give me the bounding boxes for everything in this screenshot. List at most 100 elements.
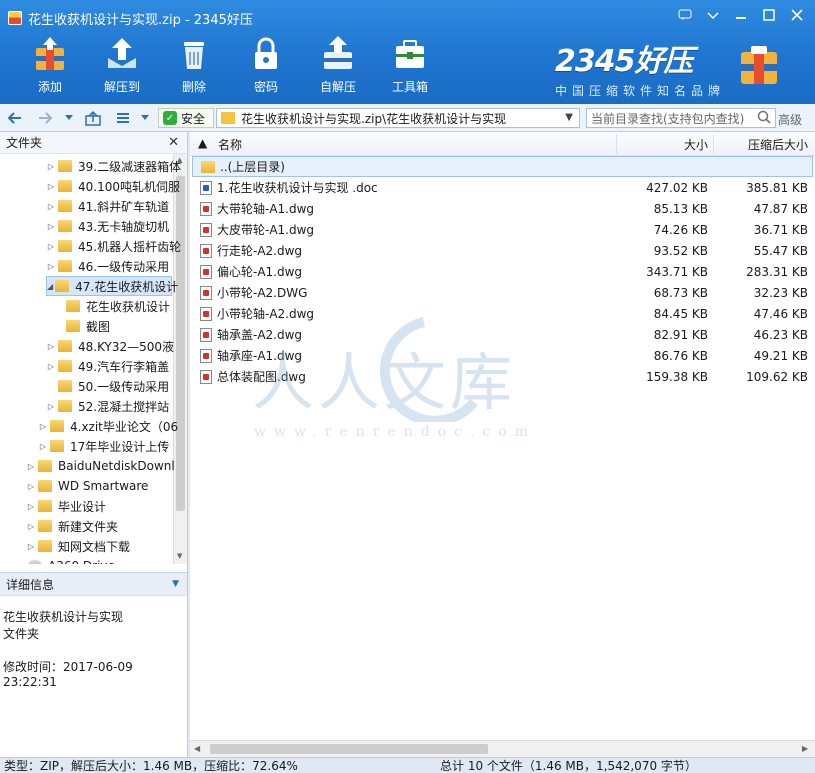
tree-item[interactable]: ▷ 17年毕业设计上传	[38, 436, 169, 456]
expand-arrow-icon[interactable]: ▷	[26, 502, 36, 511]
expand-arrow-icon[interactable]: ▷	[38, 422, 48, 431]
file-row[interactable]: 1.花生收获机设计与实现 .doc 427.02 KB 385.81 KB	[192, 177, 813, 198]
scroll-left-icon[interactable]: ◀	[194, 744, 200, 753]
brand-name: 2345好压	[554, 44, 694, 79]
file-row[interactable]: 总体装配图.dwg 159.38 KB 109.62 KB	[192, 366, 813, 387]
file-row[interactable]: 偏心轮-A1.dwg 343.71 KB 283.31 KB	[192, 261, 813, 282]
tree-item[interactable]: ▷ 45.机器人摇杆齿轮	[46, 236, 181, 256]
tree-item[interactable]: 50.一级传动采用	[46, 376, 169, 396]
expand-arrow-icon[interactable]: ▷	[46, 262, 56, 271]
self-extract-button[interactable]: 自解压	[302, 34, 374, 98]
brand-area: 2345好压 中国压缩软件知名品牌	[555, 36, 725, 99]
tree-scroll-thumb[interactable]	[176, 176, 185, 511]
tree-item[interactable]: ▷ 49.汽车行李箱盖	[46, 356, 169, 376]
tree-item[interactable]: ◢ 47.花生收获机设计	[46, 276, 178, 296]
file-compressed-size: 55.47 KB	[753, 243, 808, 258]
file-row[interactable]: 大带轮轴-A1.dwg 85.13 KB 47.87 KB	[192, 198, 813, 219]
tree-item[interactable]: ▷ BaiduNetdiskDownl	[26, 456, 175, 476]
tree-item[interactable]: 截图	[54, 316, 110, 336]
file-row[interactable]: 行走轮-A2.dwg 93.52 KB 55.47 KB	[192, 240, 813, 261]
path-dropdown-icon[interactable]: ▼	[565, 112, 573, 123]
folder-icon	[58, 380, 72, 392]
expand-arrow-icon[interactable]: ▷	[46, 342, 56, 351]
expand-arrow-icon[interactable]: ▷	[46, 242, 56, 251]
up-folder-icon[interactable]	[84, 109, 102, 127]
column-size[interactable]: 大小	[684, 136, 708, 153]
expand-arrow-icon[interactable]: ▷	[26, 482, 36, 491]
file-compressed-size: 47.87 KB	[753, 201, 808, 216]
word-doc-icon	[200, 180, 212, 195]
add-button[interactable]: 添加	[14, 34, 86, 98]
expand-arrow-icon[interactable]: ▷	[38, 442, 48, 451]
list-hscrollbar[interactable]: ◀ ▶	[190, 740, 815, 757]
security-label: 安全	[181, 111, 206, 126]
expand-arrow-icon[interactable]: ▷	[16, 562, 26, 565]
expand-arrow-icon[interactable]: ▷	[26, 462, 36, 471]
tree-item[interactable]: ▷ 新建文件夹	[26, 516, 118, 536]
column-compressed[interactable]: 压缩后大小	[748, 136, 808, 153]
expand-arrow-icon[interactable]: ▷	[46, 362, 56, 371]
close-icon[interactable]	[783, 4, 811, 26]
history-dropdown-icon[interactable]	[60, 109, 78, 127]
tree-item[interactable]: ▷ 52.混凝土搅拌站	[46, 396, 169, 416]
extract-to-button[interactable]: 解压到	[86, 34, 158, 98]
expand-arrow-icon[interactable]: ▷	[46, 202, 56, 211]
tree-scrollbar[interactable]: ▲ ▼	[173, 154, 187, 564]
tree-item[interactable]: ▷ 毕业设计	[26, 496, 106, 516]
collapse-icon[interactable]: ▼	[172, 579, 179, 589]
shield-check-icon: ✓	[163, 111, 177, 125]
menu-icon[interactable]	[699, 4, 727, 26]
toolbox-button[interactable]: 工具箱	[374, 34, 446, 98]
tree-item[interactable]: ▷ 40.100吨轧机伺服	[46, 176, 180, 196]
list-hscroll-thumb[interactable]	[210, 744, 488, 754]
file-row[interactable]: 小带轮-A2.DWG 68.73 KB 32.23 KB	[192, 282, 813, 303]
tree-item[interactable]: 花生收获机设计	[54, 296, 170, 316]
folder-tree-header: 文件夹 ✕	[0, 132, 187, 154]
security-status[interactable]: ✓ 安全	[158, 108, 214, 128]
tree-item[interactable]: ▷ 知网文档下载	[26, 536, 130, 556]
minimize-icon[interactable]	[727, 4, 755, 26]
sort-up-icon[interactable]: ▲	[198, 136, 207, 150]
view-dropdown-icon[interactable]	[136, 109, 154, 127]
file-row[interactable]: 小带轮轴-A2.dwg 84.45 KB 47.46 KB	[192, 303, 813, 324]
tree-item[interactable]: ▷ 48.KY32—500液	[46, 336, 174, 356]
file-name: 总体装配图.dwg	[217, 370, 306, 384]
file-size: 84.45 KB	[653, 306, 708, 321]
path-field[interactable]: 花生收获机设计与实现.zip\花生收获机设计与实现 ▼	[216, 108, 580, 128]
file-row[interactable]: 轴承盖-A2.dwg 82.91 KB 46.23 KB	[192, 324, 813, 345]
maximize-icon[interactable]	[755, 4, 783, 26]
expand-arrow-icon[interactable]: ▷	[46, 222, 56, 231]
close-pane-icon[interactable]: ✕	[168, 135, 179, 150]
tree-item[interactable]: ▷ 4.xzit毕业论文（06	[38, 416, 178, 436]
folder-icon	[38, 460, 52, 472]
tree-item[interactable]: ▷ WD Smartware	[26, 476, 149, 496]
tree-item[interactable]: ▷ 39.二级减速器箱体	[46, 156, 181, 176]
file-row[interactable]: 轴承座-A1.dwg 86.76 KB 49.21 KB	[192, 345, 813, 366]
password-button[interactable]: 密码	[230, 34, 302, 98]
scroll-right-icon[interactable]: ▶	[802, 744, 808, 753]
view-list-icon[interactable]	[114, 109, 132, 127]
chat-icon[interactable]	[671, 4, 699, 26]
tree-item[interactable]: ▷ A360 Drive	[16, 556, 115, 564]
parent-folder-row[interactable]: ..(上层目录)	[192, 156, 813, 177]
details-header[interactable]: 详细信息 ▼	[0, 572, 187, 596]
file-row[interactable]: 大皮带轮-A1.dwg 74.26 KB 36.71 KB	[192, 219, 813, 240]
search-icon[interactable]	[757, 110, 771, 128]
search-input[interactable]: 当前目录查找(支持包内查找)	[586, 108, 776, 128]
delete-button[interactable]: 删除	[158, 34, 230, 98]
expand-arrow-icon[interactable]: ▷	[26, 542, 36, 551]
column-name[interactable]: 名称	[218, 136, 242, 153]
extract-to-label: 解压到	[103, 80, 140, 94]
forward-icon[interactable]	[36, 109, 54, 127]
expand-arrow-icon[interactable]: ▷	[46, 402, 56, 411]
tree-item[interactable]: ▷ 41.斜井矿车轨道	[46, 196, 169, 216]
expand-arrow-icon[interactable]: ▷	[26, 522, 36, 531]
advanced-search-link[interactable]: 高级	[778, 111, 802, 128]
scroll-down-icon[interactable]: ▼	[177, 552, 182, 560]
expanded-arrow-icon[interactable]: ◢	[47, 282, 53, 291]
tree-item[interactable]: ▷ 46.一级传动采用	[46, 256, 169, 276]
expand-arrow-icon[interactable]: ▷	[46, 162, 56, 171]
back-icon[interactable]	[6, 109, 24, 127]
expand-arrow-icon[interactable]: ▷	[46, 182, 56, 191]
tree-item[interactable]: ▷ 43.无卡轴旋切机	[46, 216, 169, 236]
